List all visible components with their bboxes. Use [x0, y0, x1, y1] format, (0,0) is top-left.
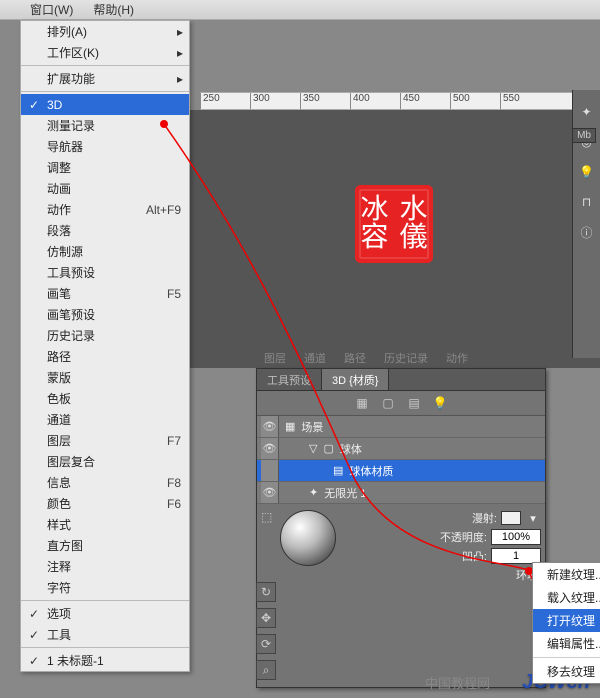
3d-tool-icons: ↻ ✥ ⟳ ⌕	[256, 582, 276, 680]
bg-tab-layers[interactable]: 图层	[256, 348, 294, 368]
bg-tab-history[interactable]: 历史记录	[376, 348, 436, 368]
material-filter-icon[interactable]: ▤	[406, 395, 422, 411]
menu-untitled-1[interactable]: ✓1 未标题-1	[21, 650, 189, 671]
menu-paths[interactable]: 路径	[21, 346, 189, 367]
menu-brush-presets[interactable]: 画笔预设	[21, 304, 189, 325]
menu-histogram[interactable]: 直方图	[21, 535, 189, 556]
horizontal-ruler: 250 300 350 400 450 500 550	[200, 92, 600, 110]
menu-actions[interactable]: 动作Alt+F9	[21, 199, 189, 220]
menu-navigator[interactable]: 导航器	[21, 136, 189, 157]
canvas-area[interactable]: 冰水容儀	[190, 110, 600, 368]
menu-paragraph[interactable]: 段落	[21, 220, 189, 241]
3d-panel-filter-icons: ▦ ▢ ▤ 💡	[257, 391, 545, 416]
seal-stamp: 冰水容儀	[355, 185, 433, 263]
check-icon: ✓	[29, 654, 39, 668]
menu-extensions[interactable]: 扩展功能▸	[21, 68, 189, 89]
menu-notes[interactable]: 注释	[21, 556, 189, 577]
menu-options[interactable]: ✓选项	[21, 603, 189, 624]
light-filter-icon[interactable]: 💡	[432, 395, 448, 411]
roll-icon[interactable]: ⟳	[256, 634, 276, 654]
ctx-edit-props[interactable]: 编辑属性...	[533, 632, 600, 655]
window-menu-dropdown: 排列(A)▸ 工作区(K)▸ 扩展功能▸ ✓3D 测量记录 导航器 调整 动画 …	[20, 20, 190, 672]
menu-help[interactable]: 帮助(H)	[83, 0, 144, 20]
bg-tab-paths[interactable]: 路径	[336, 348, 374, 368]
diffuse-menu-icon[interactable]: ▾	[525, 512, 541, 525]
check-icon: ✓	[29, 98, 39, 112]
tab-3d-material[interactable]: 3D {材质}	[322, 369, 389, 390]
diffuse-swatch[interactable]	[501, 511, 521, 525]
scene-row-infinite-light[interactable]: 👁 ✦无限光 1	[257, 482, 545, 504]
bump-label: 凹凸:	[462, 548, 487, 564]
chevron-right-icon: ▸	[177, 25, 183, 39]
mb-label: Mb	[572, 128, 596, 143]
background-panel-tabs: 图层 通道 路径 历史记录 动作	[256, 348, 476, 368]
check-icon: ✓	[29, 607, 39, 621]
menu-color[interactable]: 颜色F6	[21, 493, 189, 514]
menu-layers[interactable]: 图层F7	[21, 430, 189, 451]
chevron-right-icon: ▸	[177, 46, 183, 60]
mesh-filter-icon[interactable]: ▢	[380, 395, 396, 411]
bulb-icon[interactable]: 💡	[579, 164, 595, 180]
ctx-new-texture[interactable]: 新建纹理...	[533, 563, 600, 586]
menu-clone-source[interactable]: 仿制源	[21, 241, 189, 262]
ctx-load-texture[interactable]: 载入纹理...	[533, 586, 600, 609]
chevron-right-icon: ▸	[177, 72, 183, 86]
menu-3d[interactable]: ✓3D	[21, 94, 189, 115]
texture-context-menu: 新建纹理... 载入纹理... 打开纹理 编辑属性... 移去纹理	[532, 562, 600, 684]
watermark-chinese: 中国教程网	[425, 673, 490, 692]
material-preview-sphere	[280, 510, 336, 566]
menu-history[interactable]: 历史记录	[21, 325, 189, 346]
magnet-icon[interactable]: ⊓	[579, 194, 595, 210]
zoom-icon[interactable]: ⌕	[256, 660, 276, 680]
menu-arrange[interactable]: 排列(A)▸	[21, 21, 189, 42]
menubar: 窗口(W) 帮助(H)	[0, 0, 600, 20]
tab-tool-presets[interactable]: 工具预设	[257, 369, 322, 390]
orbit-icon[interactable]: ↻	[256, 582, 276, 602]
menu-tools[interactable]: ✓工具	[21, 624, 189, 645]
diffuse-label: 漫射:	[472, 510, 497, 526]
opacity-label: 不透明度:	[440, 529, 487, 545]
menu-animation[interactable]: 动画	[21, 178, 189, 199]
menu-workspace[interactable]: 工作区(K)▸	[21, 42, 189, 63]
info-icon[interactable]: ⓘ	[579, 224, 595, 240]
cube-icon[interactable]: ⬚	[261, 510, 272, 524]
scene-row-sphere-material[interactable]: ▤球体材质	[257, 460, 545, 482]
menu-window[interactable]: 窗口(W)	[20, 0, 83, 20]
ctx-remove-texture[interactable]: 移去纹理	[533, 660, 600, 683]
menu-character[interactable]: 字符	[21, 577, 189, 598]
menu-channels[interactable]: 通道	[21, 409, 189, 430]
check-icon: ✓	[29, 628, 39, 642]
eye-icon[interactable]: 👁	[261, 482, 279, 503]
scene-row-sphere[interactable]: 👁 ▽▢球体	[257, 438, 545, 460]
menu-tool-presets[interactable]: 工具预设	[21, 262, 189, 283]
scene-row-scene[interactable]: 👁 ▦场景	[257, 416, 545, 438]
eye-icon[interactable]	[261, 460, 279, 481]
pan-icon[interactable]: ✥	[256, 608, 276, 628]
menu-swatches[interactable]: 色板	[21, 388, 189, 409]
3d-panel: 工具预设 3D {材质} ▦ ▢ ▤ 💡 👁 ▦场景 👁 ▽▢球体 ▤球体材质 …	[256, 368, 546, 688]
scene-tree: 👁 ▦场景 👁 ▽▢球体 ▤球体材质 👁 ✦无限光 1	[257, 416, 545, 504]
menu-masks[interactable]: 蒙版	[21, 367, 189, 388]
scene-filter-icon[interactable]: ▦	[354, 395, 370, 411]
opacity-input[interactable]	[491, 529, 541, 545]
eye-icon[interactable]: 👁	[261, 438, 279, 459]
menu-layer-comps[interactable]: 图层复合	[21, 451, 189, 472]
ctx-open-texture[interactable]: 打开纹理	[533, 609, 600, 632]
menu-info[interactable]: 信息F8	[21, 472, 189, 493]
eye-icon[interactable]: 👁	[261, 416, 279, 437]
bg-tab-channels[interactable]: 通道	[296, 348, 334, 368]
compass-icon[interactable]: ✦	[579, 104, 595, 120]
menu-adjust[interactable]: 调整	[21, 157, 189, 178]
annotation-dot	[160, 120, 168, 128]
menu-styles[interactable]: 样式	[21, 514, 189, 535]
bg-tab-actions[interactable]: 动作	[438, 348, 476, 368]
menu-brush[interactable]: 画笔F5	[21, 283, 189, 304]
